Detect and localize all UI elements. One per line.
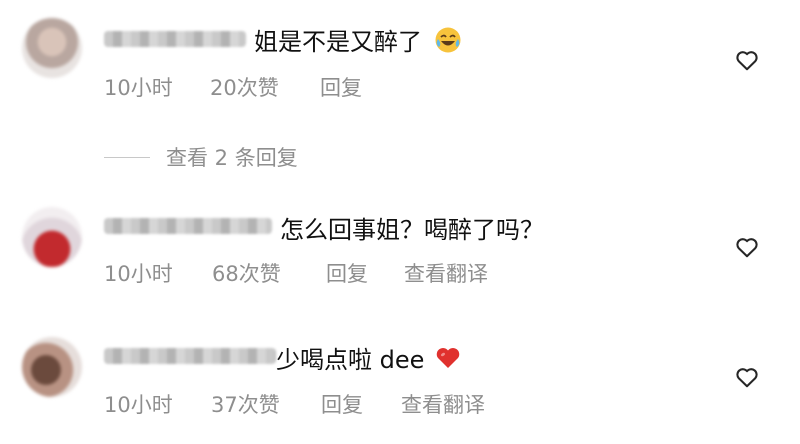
like-count[interactable]: 37次赞 (211, 389, 321, 419)
reply-button[interactable]: 回复 (320, 72, 362, 102)
replies-divider (104, 156, 150, 158)
comment-text: 少喝点啦 dee (276, 340, 462, 375)
laughing-tears-icon (435, 27, 461, 53)
comment-meta: 10小时 37次赞 回复 查看翻译 (104, 389, 485, 419)
heart-icon[interactable] (734, 364, 760, 390)
view-replies-label: 查看 2 条回复 (166, 146, 298, 170)
comment-text: 怎么回事姐？喝醉了吗？ (280, 210, 544, 245)
translate-button[interactable]: 查看翻译 (404, 258, 488, 288)
avatar[interactable] (22, 337, 82, 397)
like-count[interactable]: 68次赞 (212, 258, 326, 288)
like-count[interactable]: 20次赞 (210, 72, 320, 102)
heart-icon[interactable] (734, 234, 760, 260)
username-blurred[interactable] (104, 31, 246, 47)
comment-body: 姐是不是又醉了 (254, 28, 422, 56)
translate-button[interactable]: 查看翻译 (401, 389, 485, 419)
comment-time: 10小时 (104, 262, 173, 286)
reply-button[interactable]: 回复 (326, 258, 404, 288)
comment-meta: 10小时 68次赞 回复 查看翻译 (104, 258, 488, 288)
view-replies-button[interactable]: 查看 2 条回复 (104, 142, 298, 172)
comment-time: 10小时 (104, 76, 173, 100)
reply-button[interactable]: 回复 (321, 389, 401, 419)
username-blurred[interactable] (104, 348, 276, 364)
comment-body: 怎么回事姐？喝醉了吗？ (280, 216, 544, 244)
comment-text: 姐是不是又醉了 (254, 22, 462, 57)
comment-meta: 10小时 20次赞 回复 (104, 72, 362, 102)
comment-time: 10小时 (104, 393, 173, 417)
avatar[interactable] (22, 18, 82, 78)
comment-body: 少喝点啦 dee (276, 346, 425, 374)
username-blurred[interactable] (104, 218, 272, 234)
avatar[interactable] (22, 207, 82, 267)
red-heart-icon (436, 348, 460, 368)
heart-icon[interactable] (734, 47, 760, 73)
